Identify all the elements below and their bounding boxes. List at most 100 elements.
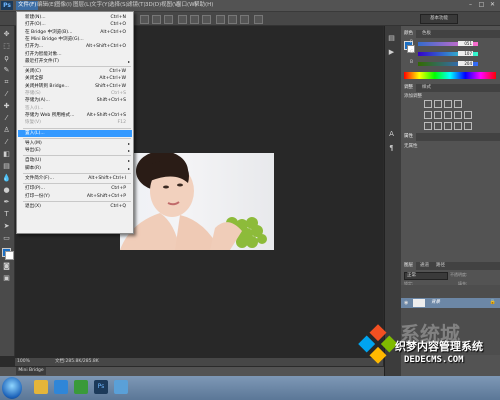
menu-help[interactable]: 帮助(H) [194, 1, 213, 10]
healing-brush-tool-icon[interactable]: ✚ [2, 102, 11, 111]
menu-image[interactable]: 图像(I) [55, 1, 72, 10]
gradient-tool-icon[interactable]: ▤ [2, 162, 11, 171]
quick-select-tool-icon[interactable]: ✎ [2, 66, 11, 75]
paragraph-panel-icon[interactable]: ¶ [387, 144, 396, 153]
file-menu-item[interactable]: 文件简介(F)... Alt+Shift+Ctrl+I [18, 175, 132, 182]
quick-mask-icon[interactable]: ◙ [2, 262, 11, 271]
menu-filter[interactable]: 滤镜(T) [127, 1, 146, 10]
distribute-center-icon[interactable] [228, 15, 237, 24]
layer-name[interactable]: 背景 [431, 299, 440, 307]
file-menu-item[interactable]: 导出(E) ▸ [18, 147, 132, 154]
tab-channels[interactable]: 通道 [417, 262, 432, 270]
brush-tool-icon[interactable]: ⁄ [2, 114, 11, 123]
lasso-tool-icon[interactable]: ϙ [2, 54, 11, 63]
file-menu-item[interactable]: 关闭(C) Ctrl+W [18, 68, 132, 75]
menu-layer[interactable]: 图层(L) [73, 1, 91, 10]
media-taskbar-icon[interactable] [74, 380, 88, 394]
vibrance-icon[interactable] [424, 111, 432, 119]
close-window-button[interactable]: ✕ [488, 1, 497, 9]
file-menu-item[interactable]: 在 Mini Bridge 中浏览(G)... [18, 36, 132, 43]
red-value[interactable]: 051 [458, 41, 473, 46]
threshold-icon[interactable] [444, 122, 452, 130]
selective-color-icon[interactable] [464, 122, 472, 130]
file-menu-item[interactable]: 置入(L)... [18, 129, 132, 137]
document-image[interactable] [120, 153, 274, 250]
background-color-swatch[interactable] [5, 251, 14, 260]
file-menu-item[interactable]: 打开(O)... Ctrl+O [18, 21, 132, 28]
distribute-top-icon[interactable] [178, 15, 187, 24]
screen-mode-icon[interactable]: ▣ [2, 274, 11, 283]
tab-properties[interactable]: 属性 [401, 133, 416, 141]
history-panel-icon[interactable]: ▤ [387, 34, 396, 43]
history-brush-tool-icon[interactable]: ⁄ [2, 138, 11, 147]
menu-edit[interactable]: 编辑(E) [37, 1, 56, 10]
auto-align-icon[interactable] [254, 15, 263, 24]
start-button[interactable] [2, 377, 22, 399]
explorer-taskbar-icon[interactable] [34, 380, 48, 394]
color-spectrum-ramp[interactable] [404, 72, 496, 79]
blend-mode-select[interactable]: 正常 [404, 272, 448, 280]
tab-paths[interactable]: 路径 [433, 262, 448, 270]
minimize-button[interactable]: – [466, 1, 475, 9]
black-white-icon[interactable] [454, 111, 462, 119]
brightness-icon[interactable] [424, 100, 432, 108]
path-select-tool-icon[interactable]: ➤ [2, 222, 11, 231]
file-menu-item[interactable]: 打开为智能对象... [18, 51, 132, 58]
tab-layers[interactable]: 图层 [401, 262, 416, 270]
file-menu-item[interactable]: 导入(M) ▸ [18, 140, 132, 147]
file-menu-item[interactable]: 退出(X) Ctrl+Q [18, 203, 132, 210]
crop-tool-icon[interactable]: ⌗ [2, 78, 11, 87]
posterize-icon[interactable] [434, 122, 442, 130]
blur-tool-icon[interactable]: 💧 [2, 174, 11, 183]
align-left-icon[interactable] [140, 15, 149, 24]
tab-color[interactable]: 颜色 [401, 30, 416, 38]
green-value[interactable]: 107 [458, 51, 473, 56]
curves-icon[interactable] [444, 100, 452, 108]
menu-file[interactable]: 文件(F) [16, 1, 39, 10]
ie-taskbar-icon[interactable] [54, 380, 68, 394]
file-menu-item[interactable]: 存储为(A)... Shift+Ctrl+S [18, 97, 132, 104]
hue-saturation-icon[interactable] [434, 111, 442, 119]
file-menu-item[interactable]: 存储为 Web 所用格式... Alt+Shift+Ctrl+S [18, 112, 132, 119]
file-menu-item[interactable]: 关闭全部 Alt+Ctrl+W [18, 75, 132, 82]
actions-panel-icon[interactable]: ▶ [387, 48, 396, 57]
exposure-icon[interactable] [454, 100, 462, 108]
pen-tool-icon[interactable]: ✒ [2, 198, 11, 207]
invert-icon[interactable] [424, 122, 432, 130]
menu-type[interactable]: 文字(Y) [91, 1, 110, 10]
distribute-right-icon[interactable] [240, 15, 249, 24]
shape-tool-icon[interactable]: ▭ [2, 234, 11, 243]
photoshop-taskbar-icon[interactable]: Ps [94, 380, 108, 394]
clone-stamp-tool-icon[interactable]: ♙ [2, 126, 11, 135]
zoom-level[interactable]: 100% [17, 358, 30, 366]
distribute-bottom-icon[interactable] [202, 15, 211, 24]
file-menu-item[interactable]: 新建(N)... Ctrl+N [18, 14, 132, 21]
maximize-button[interactable]: □ [477, 1, 486, 9]
distribute-middle-icon[interactable] [190, 15, 199, 24]
layer-row[interactable]: ◉ 背景 🔒 [401, 298, 500, 308]
file-menu-item[interactable]: 脚本(R) ▸ [18, 165, 132, 172]
menu-select[interactable]: 选择(S) [109, 1, 128, 10]
file-menu-item[interactable]: 打印一份(Y) Alt+Shift+Ctrl+P [18, 193, 132, 200]
dodge-tool-icon[interactable]: ● [2, 186, 11, 195]
workspace-switcher[interactable]: 基本功能 [420, 14, 458, 24]
gradient-map-icon[interactable] [454, 122, 462, 130]
tab-adjustments[interactable]: 调整 [401, 84, 416, 92]
menu-3d[interactable]: 3D(D) [145, 1, 161, 10]
eraser-tool-icon[interactable]: ◧ [2, 150, 11, 159]
tab-styles[interactable]: 样式 [419, 84, 434, 92]
file-menu-item[interactable]: 打印(P)... Ctrl+P [18, 185, 132, 192]
distribute-left-icon[interactable] [216, 15, 225, 24]
align-right-icon[interactable] [164, 15, 173, 24]
eyedropper-tool-icon[interactable]: ⁄ [2, 90, 11, 99]
app-taskbar-icon[interactable] [114, 380, 128, 394]
type-tool-icon[interactable]: T [2, 210, 11, 219]
file-menu-item[interactable]: 关闭并转到 Bridge... Shift+Ctrl+W [18, 83, 132, 90]
photo-filter-icon[interactable] [464, 111, 472, 119]
file-menu-item[interactable]: 打开为... Alt+Shift+Ctrl+O [18, 43, 132, 50]
tab-swatches[interactable]: 色板 [419, 30, 434, 38]
mini-bridge-tab[interactable]: Mini Bridge [16, 367, 46, 375]
marquee-tool-icon[interactable]: ⬚ [2, 42, 11, 51]
color-balance-icon[interactable] [444, 111, 452, 119]
align-center-icon[interactable] [152, 15, 161, 24]
